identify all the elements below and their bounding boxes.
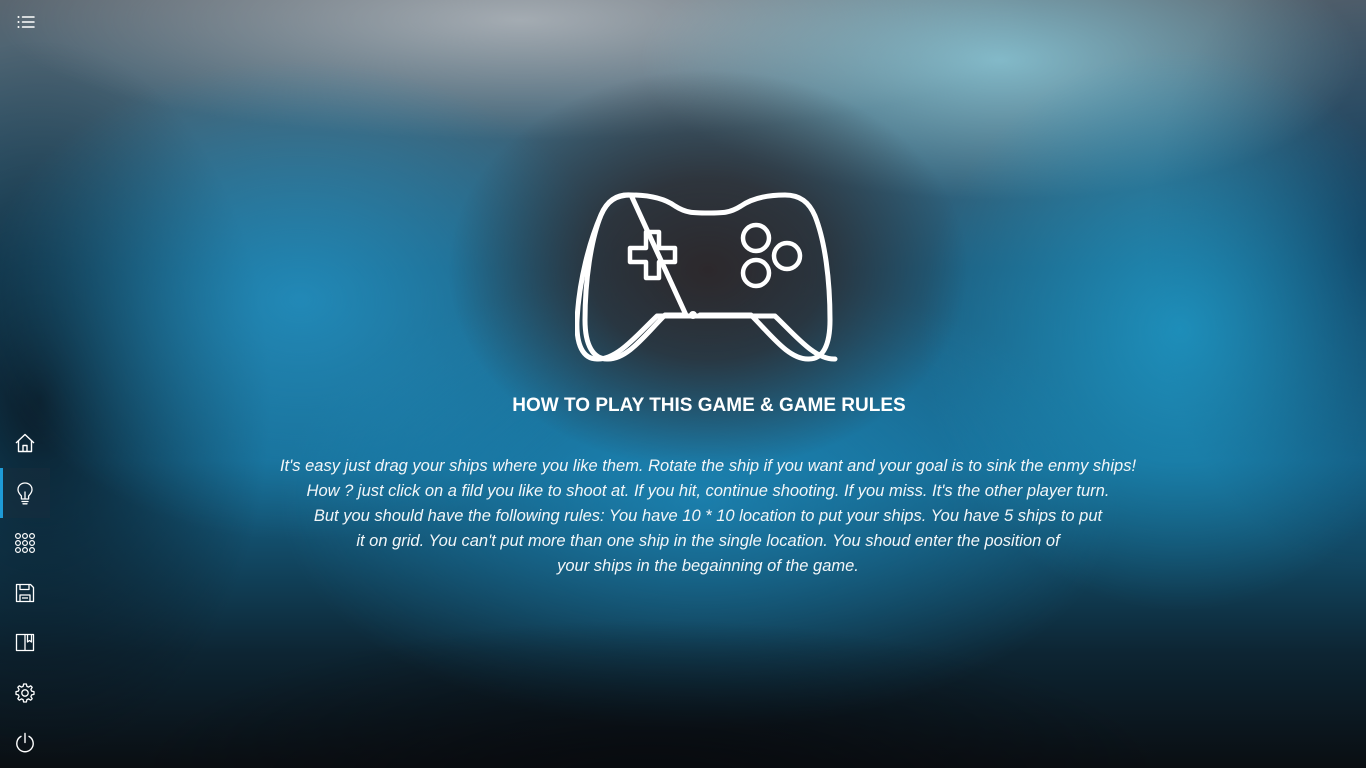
book-icon xyxy=(14,632,36,654)
sidebar-item-tips[interactable] xyxy=(0,468,50,518)
rules-line: your ships in the begainning of the game… xyxy=(557,557,859,575)
save-icon xyxy=(14,582,36,604)
page-title: HOW TO PLAY THIS GAME & GAME RULES xyxy=(512,395,906,416)
rules-line: How ? just click on a fild you like to s… xyxy=(306,482,1110,500)
lightbulb-icon xyxy=(14,481,36,505)
rules-text: It's easy just drag your ships where you… xyxy=(200,454,1216,579)
menu-button[interactable] xyxy=(12,8,40,36)
grid-icon xyxy=(14,532,36,554)
sidebar-item-power[interactable] xyxy=(0,718,50,768)
rules-line: But you should have the following rules:… xyxy=(313,507,1103,525)
sidebar-item-settings[interactable] xyxy=(0,668,50,718)
sidebar-item-save[interactable] xyxy=(0,568,50,618)
gamepad-icon xyxy=(575,185,841,370)
rules-line: it on grid. You can't put more than one … xyxy=(356,532,1060,550)
home-icon xyxy=(14,432,36,454)
power-icon xyxy=(14,732,36,754)
gear-icon xyxy=(14,682,36,704)
rules-line: It's easy just drag your ships where you… xyxy=(279,457,1137,475)
sidebar-item-book[interactable] xyxy=(0,618,50,668)
game-hero xyxy=(575,185,841,370)
sidebar-item-apps[interactable] xyxy=(0,518,50,568)
list-menu-icon xyxy=(16,14,36,30)
sidebar-nav xyxy=(0,418,50,768)
sidebar-item-home[interactable] xyxy=(0,418,50,468)
